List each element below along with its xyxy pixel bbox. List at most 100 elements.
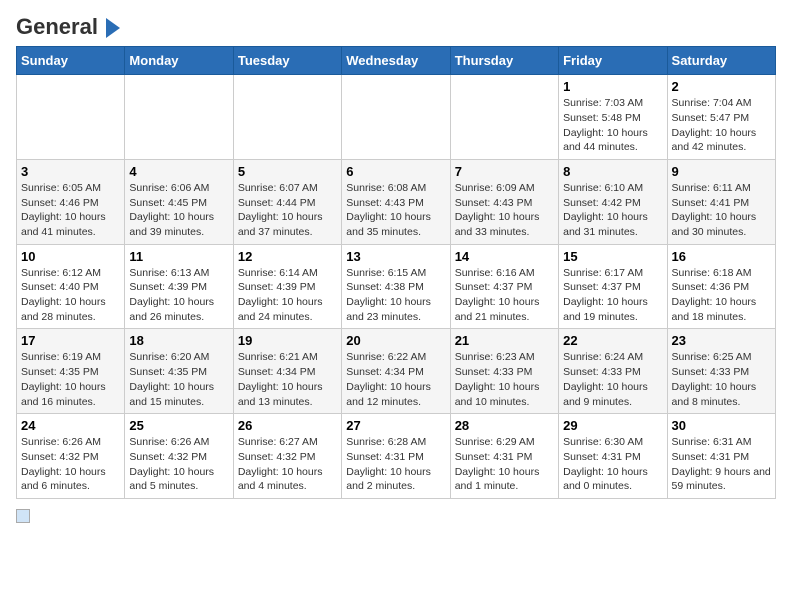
- calendar-cell: 4 Sunrise: 6:06 AM Sunset: 4:45 PM Daylig…: [125, 159, 233, 244]
- day-number: 6: [346, 164, 445, 179]
- day-number: 7: [455, 164, 554, 179]
- calendar-cell: 29 Sunrise: 6:30 AM Sunset: 4:31 PM Dayli…: [559, 414, 667, 499]
- calendar-cell: 24 Sunrise: 6:26 AM Sunset: 4:32 PM Dayli…: [17, 414, 125, 499]
- calendar-week-row: 24 Sunrise: 6:26 AM Sunset: 4:32 PM Dayli…: [17, 414, 776, 499]
- day-info: Sunrise: 6:12 AM Sunset: 4:40 PM Dayligh…: [21, 266, 120, 325]
- day-number: 16: [672, 249, 771, 264]
- day-number: 30: [672, 418, 771, 433]
- day-number: 1: [563, 79, 662, 94]
- day-info: Sunrise: 6:23 AM Sunset: 4:33 PM Dayligh…: [455, 350, 554, 409]
- col-header-saturday: Saturday: [667, 47, 775, 75]
- day-info: Sunrise: 6:07 AM Sunset: 4:44 PM Dayligh…: [238, 181, 337, 240]
- day-number: 5: [238, 164, 337, 179]
- day-number: 10: [21, 249, 120, 264]
- day-info: Sunrise: 6:24 AM Sunset: 4:33 PM Dayligh…: [563, 350, 662, 409]
- day-number: 27: [346, 418, 445, 433]
- col-header-friday: Friday: [559, 47, 667, 75]
- calendar-week-row: 1 Sunrise: 7:03 AM Sunset: 5:48 PM Daylig…: [17, 75, 776, 160]
- day-info: Sunrise: 6:16 AM Sunset: 4:37 PM Dayligh…: [455, 266, 554, 325]
- day-info: Sunrise: 6:25 AM Sunset: 4:33 PM Dayligh…: [672, 350, 771, 409]
- calendar-cell: 10 Sunrise: 6:12 AM Sunset: 4:40 PM Dayli…: [17, 244, 125, 329]
- calendar-cell: 28 Sunrise: 6:29 AM Sunset: 4:31 PM Dayli…: [450, 414, 558, 499]
- day-number: 11: [129, 249, 228, 264]
- day-number: 17: [21, 333, 120, 348]
- logo-general: General: [16, 14, 98, 39]
- calendar-cell: 18 Sunrise: 6:20 AM Sunset: 4:35 PM Dayli…: [125, 329, 233, 414]
- calendar-cell: 12 Sunrise: 6:14 AM Sunset: 4:39 PM Dayli…: [233, 244, 341, 329]
- day-number: 15: [563, 249, 662, 264]
- day-info: Sunrise: 6:17 AM Sunset: 4:37 PM Dayligh…: [563, 266, 662, 325]
- calendar-cell: 23 Sunrise: 6:25 AM Sunset: 4:33 PM Dayli…: [667, 329, 775, 414]
- day-info: Sunrise: 6:18 AM Sunset: 4:36 PM Dayligh…: [672, 266, 771, 325]
- day-number: 4: [129, 164, 228, 179]
- calendar-cell: [125, 75, 233, 160]
- day-info: Sunrise: 6:26 AM Sunset: 4:32 PM Dayligh…: [129, 435, 228, 494]
- day-number: 3: [21, 164, 120, 179]
- day-info: Sunrise: 6:06 AM Sunset: 4:45 PM Dayligh…: [129, 181, 228, 240]
- day-number: 26: [238, 418, 337, 433]
- day-number: 25: [129, 418, 228, 433]
- col-header-sunday: Sunday: [17, 47, 125, 75]
- calendar-cell: 9Sunrise: 6:11 AM Sunset: 4:41 PM Daylig…: [667, 159, 775, 244]
- day-number: 23: [672, 333, 771, 348]
- calendar-week-row: 17 Sunrise: 6:19 AM Sunset: 4:35 PM Dayli…: [17, 329, 776, 414]
- calendar-cell: [342, 75, 450, 160]
- day-info: Sunrise: 6:19 AM Sunset: 4:35 PM Dayligh…: [21, 350, 120, 409]
- day-number: 12: [238, 249, 337, 264]
- calendar-cell: 15 Sunrise: 6:17 AM Sunset: 4:37 PM Dayli…: [559, 244, 667, 329]
- day-number: 2: [672, 79, 771, 94]
- day-info: Sunrise: 6:20 AM Sunset: 4:35 PM Dayligh…: [129, 350, 228, 409]
- calendar-table: SundayMondayTuesdayWednesdayThursdayFrid…: [16, 46, 776, 499]
- day-info: Sunrise: 6:13 AM Sunset: 4:39 PM Dayligh…: [129, 266, 228, 325]
- day-info: Sunrise: 6:21 AM Sunset: 4:34 PM Dayligh…: [238, 350, 337, 409]
- day-number: 22: [563, 333, 662, 348]
- calendar-week-row: 3 Sunrise: 6:05 AM Sunset: 4:46 PM Daylig…: [17, 159, 776, 244]
- calendar-cell: 20Sunrise: 6:22 AM Sunset: 4:34 PM Dayli…: [342, 329, 450, 414]
- day-number: 14: [455, 249, 554, 264]
- day-info: Sunrise: 6:22 AM Sunset: 4:34 PM Dayligh…: [346, 350, 445, 409]
- logo: General: [16, 16, 120, 36]
- calendar-cell: 19 Sunrise: 6:21 AM Sunset: 4:34 PM Dayli…: [233, 329, 341, 414]
- day-number: 24: [21, 418, 120, 433]
- logo-arrow-icon: [106, 18, 120, 38]
- day-info: Sunrise: 6:28 AM Sunset: 4:31 PM Dayligh…: [346, 435, 445, 494]
- legend: [16, 509, 776, 523]
- calendar-cell: 14 Sunrise: 6:16 AM Sunset: 4:37 PM Dayli…: [450, 244, 558, 329]
- day-info: Sunrise: 6:10 AM Sunset: 4:42 PM Dayligh…: [563, 181, 662, 240]
- day-info: Sunrise: 6:11 AM Sunset: 4:41 PM Dayligh…: [672, 181, 771, 240]
- calendar-cell: 16 Sunrise: 6:18 AM Sunset: 4:36 PM Dayli…: [667, 244, 775, 329]
- day-info: Sunrise: 6:30 AM Sunset: 4:31 PM Dayligh…: [563, 435, 662, 494]
- calendar-cell: 13 Sunrise: 6:15 AM Sunset: 4:38 PM Dayli…: [342, 244, 450, 329]
- calendar-cell: 6 Sunrise: 6:08 AM Sunset: 4:43 PM Daylig…: [342, 159, 450, 244]
- calendar-cell: 17 Sunrise: 6:19 AM Sunset: 4:35 PM Dayli…: [17, 329, 125, 414]
- calendar-cell: 1 Sunrise: 7:03 AM Sunset: 5:48 PM Daylig…: [559, 75, 667, 160]
- logo-text: General: [16, 16, 120, 38]
- day-info: Sunrise: 6:31 AM Sunset: 4:31 PM Dayligh…: [672, 435, 771, 494]
- calendar-cell: 2 Sunrise: 7:04 AM Sunset: 5:47 PM Daylig…: [667, 75, 775, 160]
- day-info: Sunrise: 7:04 AM Sunset: 5:47 PM Dayligh…: [672, 96, 771, 155]
- day-number: 13: [346, 249, 445, 264]
- day-info: Sunrise: 6:29 AM Sunset: 4:31 PM Dayligh…: [455, 435, 554, 494]
- day-number: 29: [563, 418, 662, 433]
- day-number: 21: [455, 333, 554, 348]
- col-header-thursday: Thursday: [450, 47, 558, 75]
- day-number: 28: [455, 418, 554, 433]
- day-info: Sunrise: 6:26 AM Sunset: 4:32 PM Dayligh…: [21, 435, 120, 494]
- calendar-cell: 25 Sunrise: 6:26 AM Sunset: 4:32 PM Dayli…: [125, 414, 233, 499]
- day-info: Sunrise: 6:14 AM Sunset: 4:39 PM Dayligh…: [238, 266, 337, 325]
- calendar-header-row: SundayMondayTuesdayWednesdayThursdayFrid…: [17, 47, 776, 75]
- day-number: 18: [129, 333, 228, 348]
- day-info: Sunrise: 6:08 AM Sunset: 4:43 PM Dayligh…: [346, 181, 445, 240]
- calendar-cell: 22 Sunrise: 6:24 AM Sunset: 4:33 PM Dayli…: [559, 329, 667, 414]
- day-info: Sunrise: 7:03 AM Sunset: 5:48 PM Dayligh…: [563, 96, 662, 155]
- calendar-cell: 5 Sunrise: 6:07 AM Sunset: 4:44 PM Daylig…: [233, 159, 341, 244]
- day-info: Sunrise: 6:09 AM Sunset: 4:43 PM Dayligh…: [455, 181, 554, 240]
- day-info: Sunrise: 6:05 AM Sunset: 4:46 PM Dayligh…: [21, 181, 120, 240]
- col-header-monday: Monday: [125, 47, 233, 75]
- calendar-cell: 3 Sunrise: 6:05 AM Sunset: 4:46 PM Daylig…: [17, 159, 125, 244]
- calendar-cell: 7 Sunrise: 6:09 AM Sunset: 4:43 PM Daylig…: [450, 159, 558, 244]
- col-header-tuesday: Tuesday: [233, 47, 341, 75]
- calendar-cell: [17, 75, 125, 160]
- day-number: 19: [238, 333, 337, 348]
- day-info: Sunrise: 6:15 AM Sunset: 4:38 PM Dayligh…: [346, 266, 445, 325]
